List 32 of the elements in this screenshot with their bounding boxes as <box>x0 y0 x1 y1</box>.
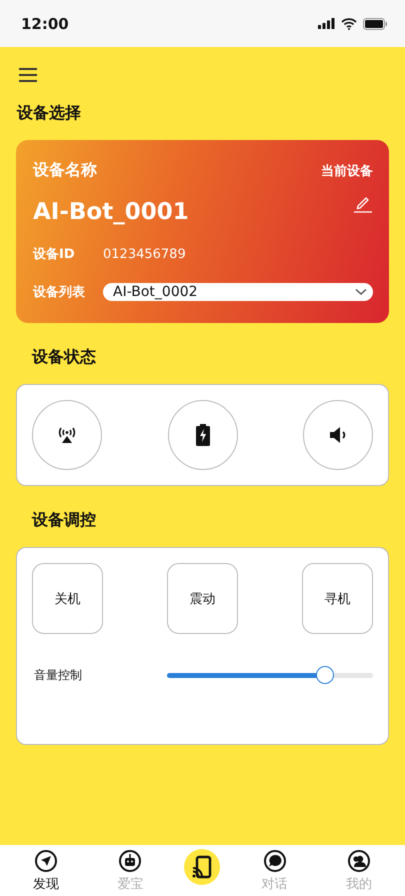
battery-charging-icon <box>194 424 210 446</box>
device-id-label: 设备ID <box>33 246 76 263</box>
status-time: 12:00 <box>21 14 69 32</box>
control-button[interactable]: 寻机 <box>302 563 373 634</box>
phone-cast-icon <box>191 854 214 878</box>
section-title: 设备选择 <box>17 103 82 124</box>
paper-plane-icon <box>34 848 58 872</box>
antenna-icon <box>57 425 77 445</box>
menu-icon[interactable] <box>18 67 38 83</box>
device-name: AI-Bot_0001 <box>33 199 189 225</box>
robot-icon <box>118 848 142 872</box>
card-heading: 设备名称 <box>33 160 97 181</box>
section-title: 设备状态 <box>32 347 97 368</box>
current-device-label: 当前设备 <box>321 162 373 180</box>
nav-tab[interactable]: 发现 <box>16 848 76 892</box>
section-title: 设备调控 <box>32 510 97 531</box>
wifi-icon <box>341 18 357 30</box>
volume-slider[interactable] <box>167 666 373 684</box>
battery-icon <box>363 18 388 30</box>
chat-bubble-icon <box>262 848 287 872</box>
volume-label: 音量控制 <box>34 666 82 684</box>
control-button[interactable]: 关机 <box>32 563 103 634</box>
chevron-down-icon <box>355 288 367 296</box>
slider-thumb[interactable] <box>316 666 334 684</box>
speaker-icon <box>328 426 348 444</box>
device-dropdown[interactable]: AI-Bot_0002 <box>103 283 373 301</box>
device-id-value: 0123456789 <box>103 246 186 262</box>
cast-button[interactable] <box>184 848 220 884</box>
device-list-label: 设备列表 <box>33 284 86 301</box>
users-icon <box>346 848 371 872</box>
control-button[interactable]: 震动 <box>167 563 238 634</box>
signal-icon <box>318 18 335 29</box>
